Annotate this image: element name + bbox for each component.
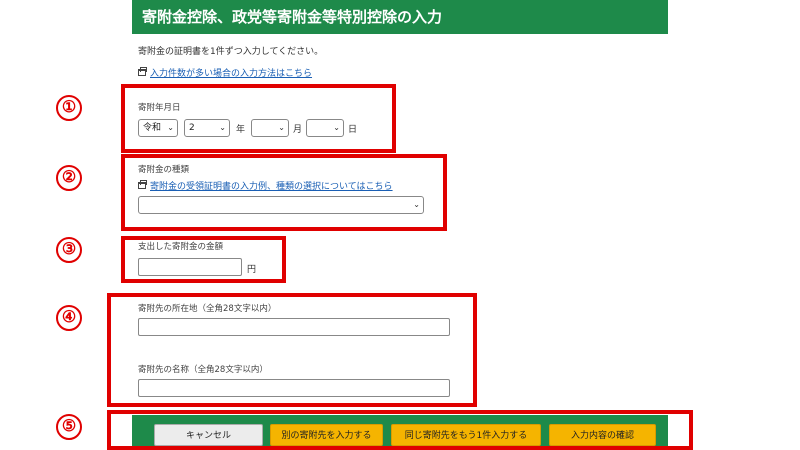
confirm-input-button[interactable]: 入力内容の確認 bbox=[549, 424, 656, 446]
add-same-recipient-button[interactable]: 同じ寄附先をもう1件入力する bbox=[391, 424, 541, 446]
intro-text: 寄附金の証明書を1件ずつ入力してください。 bbox=[138, 47, 324, 57]
donation-type-select[interactable]: ⌄ bbox=[138, 196, 424, 214]
cancel-button[interactable]: キャンセル bbox=[154, 424, 263, 446]
donation-type-label: 寄附金の種類 bbox=[138, 165, 190, 175]
new-window-icon bbox=[138, 67, 147, 76]
new-window-icon bbox=[138, 180, 147, 189]
month-unit: 月 bbox=[293, 125, 303, 135]
bulk-input-link[interactable]: 入力件数が多い場合の入力方法はこちら bbox=[150, 66, 312, 79]
day-select[interactable]: ⌄ bbox=[306, 119, 344, 137]
month-select[interactable]: ⌄ bbox=[251, 119, 289, 137]
annotation-number-4: ④ bbox=[56, 305, 82, 331]
type-help-link-row[interactable]: 寄附金の受領証明書の入力例、種類の選択についてはこちら bbox=[138, 179, 393, 192]
amount-input[interactable] bbox=[138, 258, 242, 276]
page-title: 寄附金控除、政党等寄附金等特別控除の入力 bbox=[142, 8, 443, 26]
recipient-name-label: 寄附先の名称（全角28文字以内） bbox=[138, 365, 268, 375]
page-header: 寄附金控除、政党等寄附金等特別控除の入力 bbox=[132, 0, 668, 34]
annotation-number-3: ③ bbox=[56, 237, 82, 263]
era-select[interactable]: 令和 ⌄ bbox=[138, 119, 178, 137]
amount-label: 支出した寄附金の金額 bbox=[138, 242, 224, 252]
recipient-name-input[interactable] bbox=[138, 379, 450, 397]
chevron-down-icon: ⌄ bbox=[333, 123, 340, 132]
year-value: 2 bbox=[189, 123, 195, 133]
chevron-down-icon: ⌄ bbox=[413, 200, 420, 209]
recipient-address-input[interactable] bbox=[138, 318, 450, 336]
year-select[interactable]: 2 ⌄ bbox=[184, 119, 230, 137]
annotation-number-5: ⑤ bbox=[56, 414, 82, 440]
recipient-address-label: 寄附先の所在地（全角28文字以内） bbox=[138, 304, 277, 314]
annotation-number-1: ① bbox=[56, 95, 82, 121]
add-other-recipient-button[interactable]: 別の寄附先を入力する bbox=[270, 424, 383, 446]
date-label: 寄附年月日 bbox=[138, 103, 181, 113]
chevron-down-icon: ⌄ bbox=[167, 123, 174, 132]
era-value: 令和 bbox=[143, 123, 162, 133]
type-help-link[interactable]: 寄附金の受領証明書の入力例、種類の選択についてはこちら bbox=[150, 179, 393, 192]
amount-unit: 円 bbox=[247, 265, 257, 275]
chevron-down-icon: ⌄ bbox=[219, 123, 226, 132]
chevron-down-icon: ⌄ bbox=[278, 123, 285, 132]
annotation-number-2: ② bbox=[56, 165, 82, 191]
bulk-input-link-row[interactable]: 入力件数が多い場合の入力方法はこちら bbox=[138, 66, 312, 79]
year-unit: 年 bbox=[236, 125, 246, 135]
day-unit: 日 bbox=[348, 125, 358, 135]
